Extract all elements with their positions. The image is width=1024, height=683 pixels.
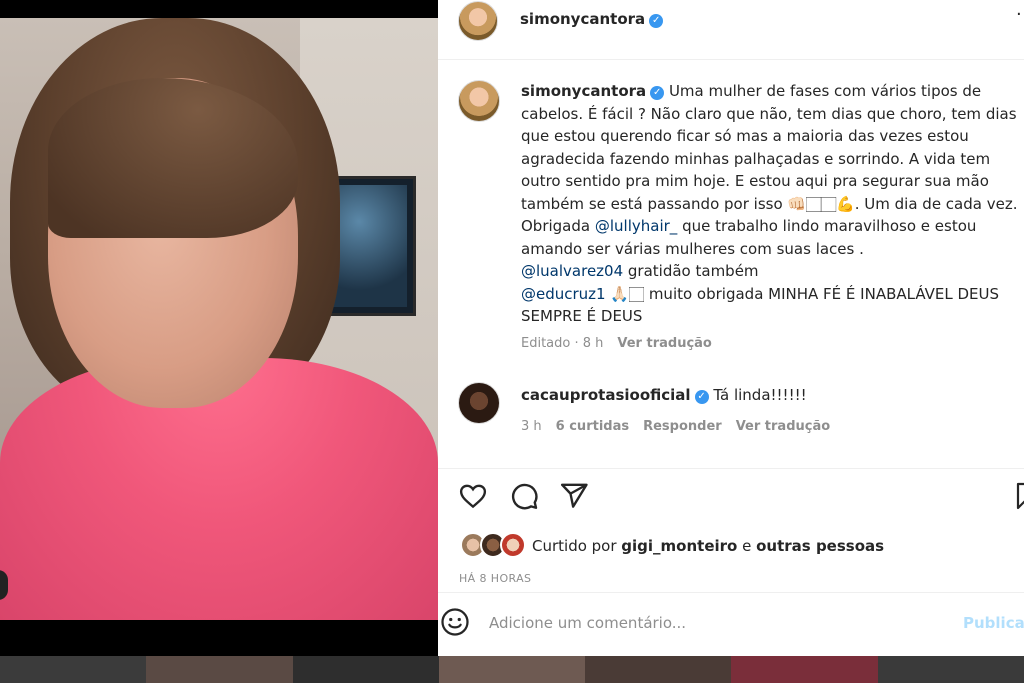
instagram-post-viewer: simonycantora ✓ ··· simonycantora ✓ Uma mu… [0,0,1024,683]
see-translation-link[interactable]: Ver tradução [617,336,711,351]
thumb [731,656,878,683]
caption-paragraph: gratidão também [623,262,759,280]
add-comment-bar: Adicione um comentário... Publicar [438,592,1024,656]
verified-badge-icon: ✓ [649,14,664,28]
caption-paragraph: que trabalho lindo maravilhoso e estou a… [521,217,977,258]
edited-timestamp: Editado · 8 h [521,336,604,351]
comment-see-translation-link[interactable]: Ver tradução [736,419,830,434]
author-username[interactable]: simonycantora ✓ [520,10,664,28]
more-options-icon[interactable]: ··· [1016,4,1024,25]
caption-paragraph: Uma mulher de fases com vários tipos de … [521,82,1018,213]
thumb [0,656,147,683]
publish-button[interactable]: Publicar [963,614,1024,632]
caption-meta: Editado · 8 h Ver tradução [521,336,712,351]
comment-likes-link[interactable]: 6 curtidas [556,419,629,434]
others-link[interactable]: outras pessoas [756,537,884,555]
thumb [146,656,293,683]
face [48,78,298,408]
thumb [877,656,1024,683]
heart-icon[interactable] [458,481,488,511]
likes-summary: Curtido por gigi_monteiro e outras pesso… [438,530,1024,564]
share-icon[interactable] [559,481,589,511]
thumb [585,656,732,683]
liked-by-prefix: Curtido por [532,537,622,555]
mention-link[interactable]: @lualvarez04 [521,262,623,280]
post-info-panel: simonycantora ✓ ··· simonycantora ✓ Uma mu… [438,0,1024,656]
photo-top-bar [0,0,438,18]
comment-text: cacauprotasiooficial ✓ Tá linda!!!!!! [521,386,807,404]
comment-body: Tá linda!!!!!! [713,386,807,404]
caption-username[interactable]: simonycantora [521,82,646,100]
thumb [292,656,439,683]
emoji-icon[interactable] [440,607,470,637]
author-username-text[interactable]: simonycantora [520,10,645,28]
liked-by-conjunction: e [737,537,757,555]
post-photo[interactable] [0,0,438,683]
post-timestamp[interactable]: HÁ 8 HORAS [459,572,531,585]
caption-paragraph: Obrigada [521,217,591,235]
author-avatar[interactable] [458,1,498,41]
caption-text: simonycantora ✓ Uma mulher de fases com v… [521,80,1024,328]
bookmark-icon[interactable] [1016,482,1024,510]
liker-username-link[interactable]: gigi_monteiro [621,537,737,555]
selfie-image [0,18,438,620]
caption-avatar[interactable] [458,80,500,122]
thumb [438,656,586,683]
comment-meta: 3 h 6 curtidas Responder Ver tradução [521,419,830,434]
comment-icon[interactable] [509,481,539,511]
reply-button[interactable]: Responder [643,419,722,434]
commenter-avatar[interactable] [458,382,500,424]
mention-link[interactable]: @educruz1 [521,285,606,303]
mention-link[interactable]: @lullyhair_ [595,217,677,235]
commenter-username[interactable]: cacauprotasiooficial [521,386,691,404]
liked-by-text: Curtido por gigi_monteiro e outras pesso… [532,537,884,555]
comment-time: 3 h [521,419,542,434]
post-header: simonycantora ✓ ··· [438,0,1024,60]
verified-badge-icon: ✓ [694,390,709,404]
verified-badge-icon: ✓ [650,86,665,100]
action-bar [438,468,1024,524]
liker-avatar[interactable] [500,532,526,558]
background-thumbnail-strip [0,656,1024,683]
comment-input[interactable]: Adicione um comentário... [489,614,686,632]
photo-bottom-bar [0,620,438,656]
